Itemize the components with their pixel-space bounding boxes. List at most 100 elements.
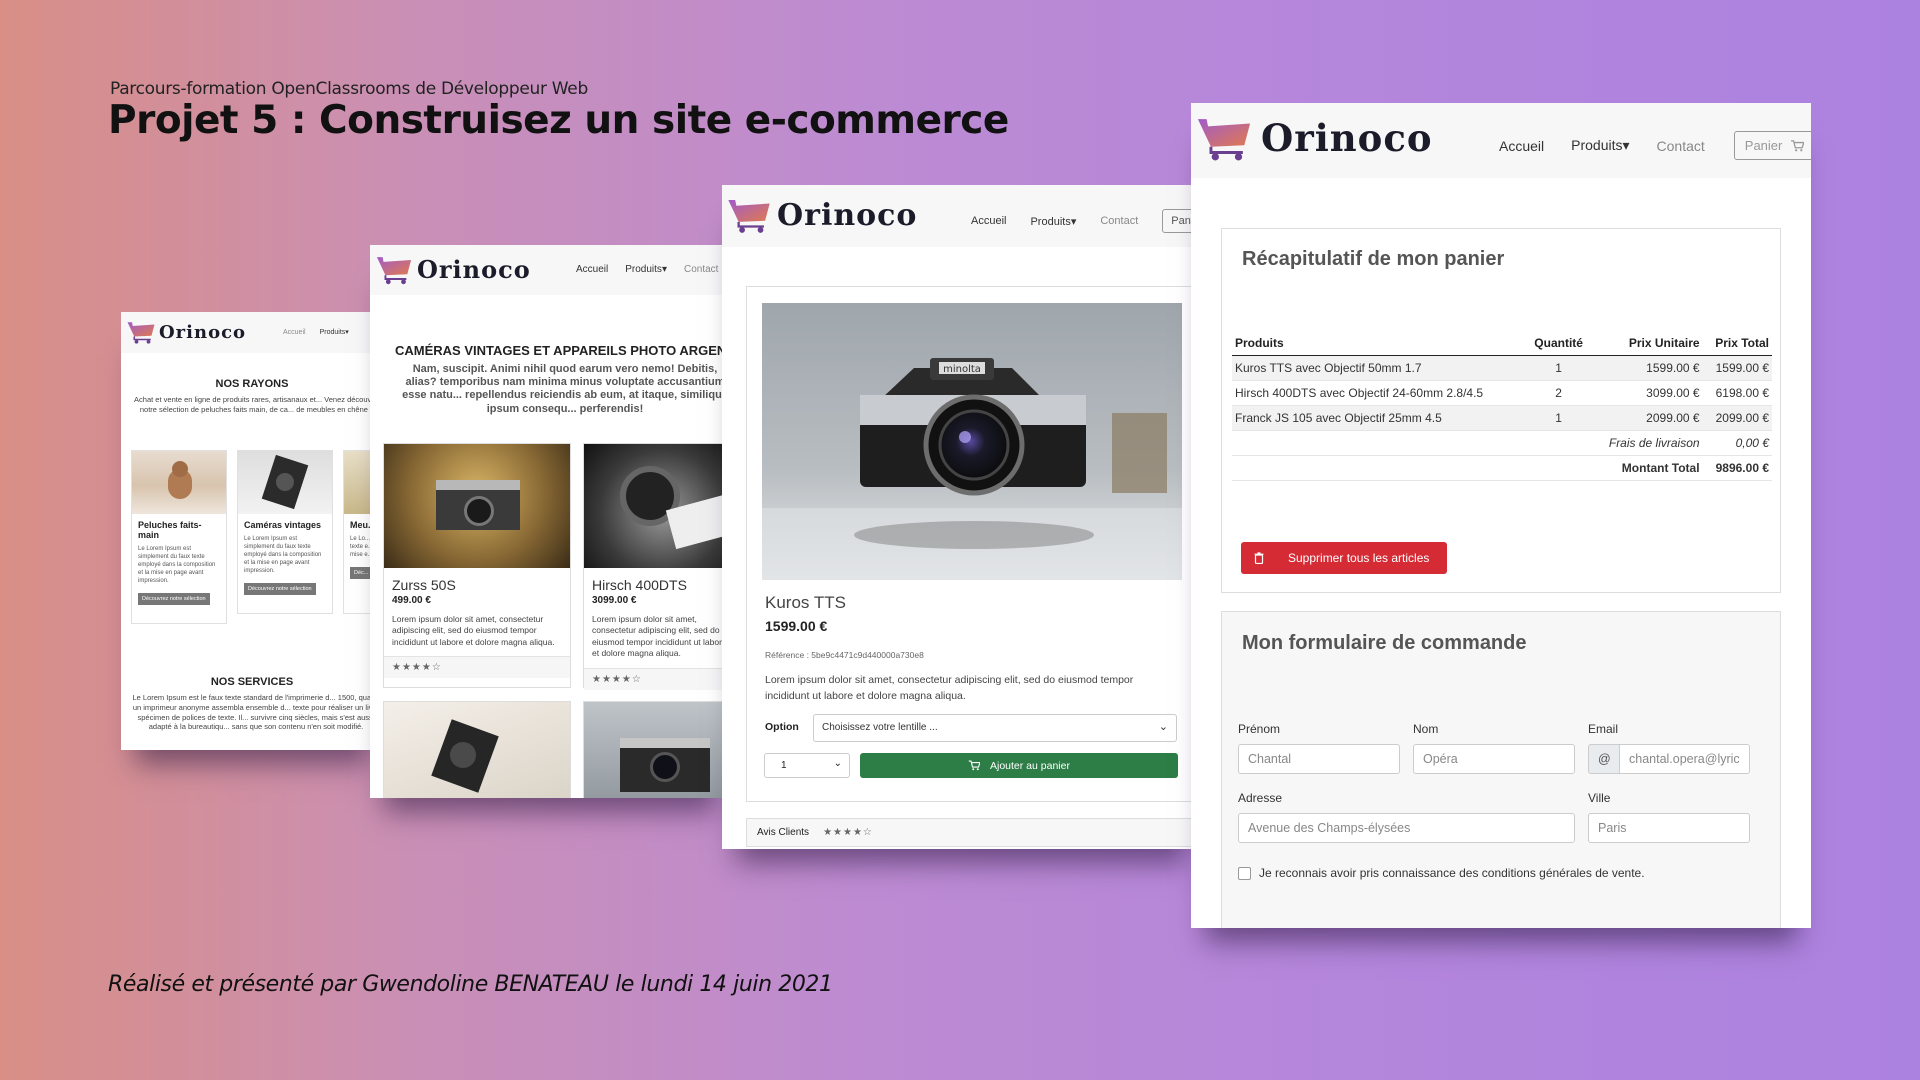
product-reference: Référence : 5be9c4471c9d440000a730e8 [765, 650, 924, 660]
nav-links: Accueil Produits▾ Contact Panier [971, 209, 1200, 233]
screenshot-product-page: Orinoco Accueil Produits▾ Contact Panier… [722, 185, 1200, 849]
product-name: Zurss 50S [392, 577, 456, 593]
cell-product: Franck JS 105 avec Objectif 25mm 4.5 [1232, 405, 1527, 431]
nav-products-dropdown[interactable]: Produits▾ [625, 264, 667, 275]
firstname-input[interactable]: Chantal [1238, 744, 1400, 774]
brand-logo[interactable]: Orinoco [1195, 114, 1433, 162]
shipping-row: Frais de livraison 0,00 € [1232, 430, 1772, 456]
cart-logo-icon [127, 322, 155, 344]
brand-name: Orinoco [417, 255, 531, 284]
cell-product: Kuros TTS avec Objectif 50mm 1.7 [1232, 355, 1527, 381]
teddy-bear-image [132, 451, 226, 514]
brand-logo[interactable]: Orinoco [126, 320, 246, 344]
nav-contact-link[interactable]: Contact [684, 264, 718, 275]
lastname-label: Nom [1413, 722, 1439, 736]
nav-home-link[interactable]: Accueil [1499, 138, 1544, 154]
product-card[interactable]: Zurss 50S 499.00 € Lorem ipsum dolor sit… [383, 443, 571, 688]
navbar: Orinoco Accueil Produits▾ [121, 312, 383, 353]
star-rating-icon: ★★★★☆ [823, 827, 873, 838]
cart-button[interactable]: Panier [1733, 131, 1811, 160]
discover-button[interactable]: Découvrez notre sélection [138, 593, 210, 606]
screenshot-cart-page: Orinoco Accueil Produits▾ Contact Panier… [1191, 103, 1811, 928]
cart-summary-card: Récapitulatif de mon panier Produits Qua… [1221, 228, 1781, 593]
product-price: 499.00 € [392, 595, 431, 606]
product-image [384, 702, 570, 798]
category-title: Peluches faits-main [138, 520, 202, 540]
brand-logo[interactable]: Orinoco [375, 254, 531, 285]
email-label: Email [1588, 722, 1619, 736]
reviews-label: Avis Clients [757, 827, 810, 838]
chevron-down-icon: ⌄ [1158, 721, 1168, 733]
navbar: Orinoco Accueil Produits▾ Contact Panier [1191, 103, 1811, 178]
email-input[interactable]: chantal.opera@lyric [1619, 744, 1750, 774]
cell-quantity: 1 [1526, 405, 1591, 431]
product-card[interactable] [583, 701, 730, 798]
discover-button[interactable]: Découvrez notre sélection [244, 583, 316, 596]
cell-quantity: 1 [1526, 355, 1591, 381]
table-row: Kuros TTS avec Objectif 50mm 1.7 1 1599.… [1232, 355, 1772, 381]
quantity-select[interactable]: 1 ⌄ [764, 753, 850, 778]
terms-checkbox-row[interactable]: Je reconnais avoir pris connaissance des… [1238, 866, 1645, 880]
nav-products-dropdown[interactable]: Produits▾ [1030, 215, 1076, 228]
table-row: Hirsch 400DTS avec Objectif 24-60mm 2.8/… [1232, 380, 1772, 406]
product-name: Kuros TTS [765, 593, 846, 612]
terms-label: Je reconnais avoir pris connaissance des… [1259, 866, 1645, 880]
nav-home-link[interactable]: Accueil [576, 264, 608, 275]
nav-products-dropdown[interactable]: Produits▾ [1571, 137, 1629, 154]
product-image [584, 444, 730, 568]
lastname-input[interactable]: Opéra [1413, 744, 1575, 774]
nav-home-link[interactable]: Accueil [283, 329, 306, 336]
column-header: Prix Total [1702, 331, 1772, 356]
heading-services: NOS SERVICES [210, 676, 294, 688]
delete-all-label: Supprimer tous les articles [1288, 551, 1430, 565]
address-label: Adresse [1238, 791, 1283, 805]
shipping-value: 0,00 € [1702, 430, 1772, 456]
add-to-cart-button[interactable]: Ajouter au panier [860, 753, 1178, 778]
cell-total-price: 2099.00 € [1702, 405, 1772, 431]
product-rating: ★★★★☆ [584, 667, 730, 690]
cart-logo-icon [728, 200, 770, 233]
navbar: Orinoco Accueil Produits▾ Contact Panier [722, 185, 1200, 247]
delete-all-button[interactable]: Supprimer tous les articles [1241, 542, 1447, 574]
product-detail-card: minolta Kuros TTS 1599.00 € Référence : … [746, 286, 1200, 802]
cell-unit-price: 1599.00 € [1590, 355, 1703, 381]
catalog-intro: Nam, suscipit. Animi nihil quod earum ve… [402, 363, 728, 415]
product-card[interactable]: Hirsch 400DTS 3099.00 € Lorem ipsum dolo… [583, 443, 730, 690]
column-header: Prix Unitaire [1590, 331, 1703, 356]
email-placeholder: chantal.opera@lyric [1629, 752, 1740, 766]
product-name: Hirsch 400DTS [592, 577, 687, 593]
column-header: Produits [1232, 331, 1527, 356]
city-input[interactable]: Paris [1588, 813, 1750, 843]
total-label: Montant Total [1590, 455, 1703, 481]
cell-unit-price: 3099.00 € [1590, 380, 1703, 406]
cell-total-price: 6198.00 € [1702, 380, 1772, 406]
cart-button-label: Panier [1744, 138, 1783, 153]
product-description: Lorem ipsum dolor sit amet, consectetur … [765, 674, 1134, 702]
product-image [384, 444, 570, 568]
cell-quantity: 2 [1526, 380, 1591, 406]
nav-contact-link[interactable]: Contact [1657, 138, 1705, 154]
table-header-row: Produits Quantité Prix Unitaire Prix Tot… [1232, 331, 1772, 356]
catalog-heading: CAMÉRAS VINTAGES ET APPAREILS PHOTO ARGE… [395, 343, 730, 358]
terms-checkbox[interactable] [1238, 866, 1251, 880]
nav-home-link[interactable]: Accueil [971, 215, 1006, 227]
brand-logo[interactable]: Orinoco [726, 196, 917, 234]
slide-credit: Réalisé et présenté par Gwendoline BENAT… [108, 972, 833, 997]
slide-title: Projet 5 : Construisez un site e-commerc… [108, 98, 1009, 143]
cart-icon [1791, 139, 1805, 151]
total-row: Montant Total 9896.00 € [1232, 455, 1772, 481]
nav-products-dropdown[interactable]: Produits▾ [320, 328, 349, 336]
star-rating-icon: ★★★★☆ [392, 662, 442, 674]
product-card[interactable] [383, 701, 571, 798]
order-form-title: Mon formulaire de commande [1242, 632, 1527, 654]
category-desc: Le Lorem Ipsum est simplement du faux te… [138, 545, 216, 585]
category-card: Caméras vintages Le Lorem Ipsum est simp… [237, 450, 333, 614]
nav-links: Accueil Produits▾ Contact [576, 264, 718, 275]
reviews-header[interactable]: Avis Clients ★★★★☆ [746, 818, 1200, 847]
nav-contact-link[interactable]: Contact [1100, 215, 1138, 227]
firstname-placeholder: Chantal [1248, 752, 1292, 766]
trash-icon [1254, 552, 1264, 564]
address-input[interactable]: Avenue des Champs-élysées [1238, 813, 1575, 843]
product-desc: Lorem ipsum dolor sit amet, consectetur … [592, 614, 727, 659]
lens-option-select[interactable]: Choisissez votre lentille ... ⌄ [813, 714, 1177, 742]
